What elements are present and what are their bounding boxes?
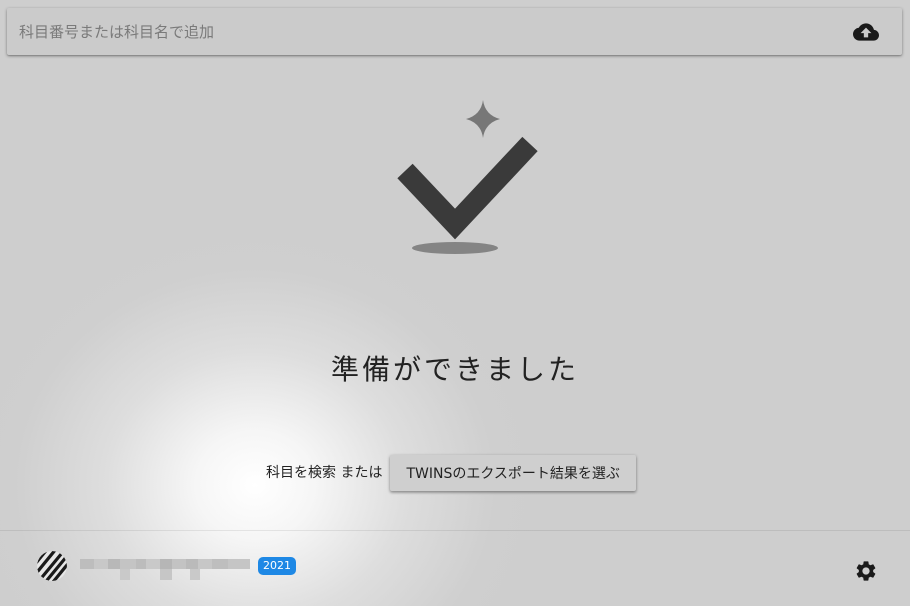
action-row: 科目を検索 または TWINSのエクスポート結果を選ぶ — [266, 455, 636, 491]
user-name-redacted — [80, 559, 250, 580]
upload-button[interactable] — [852, 20, 880, 44]
footer: 2021 — [0, 530, 910, 606]
gear-icon — [856, 561, 876, 581]
year-badge: 2021 — [258, 557, 296, 575]
search-bar — [7, 8, 902, 55]
avatar[interactable] — [37, 551, 67, 581]
checkmark-sparkle-icon — [397, 100, 538, 254]
ready-title: 準備ができました — [330, 353, 579, 386]
settings-button[interactable] — [853, 558, 879, 584]
search-or-label: 科目を検索 または — [266, 465, 383, 481]
striped-circle-avatar — [37, 551, 67, 581]
cloud-upload-icon — [853, 23, 879, 41]
search-input[interactable] — [7, 8, 827, 55]
select-export-button[interactable]: TWINSのエクスポート結果を選ぶ — [390, 455, 636, 491]
ready-illustration — [390, 95, 550, 260]
